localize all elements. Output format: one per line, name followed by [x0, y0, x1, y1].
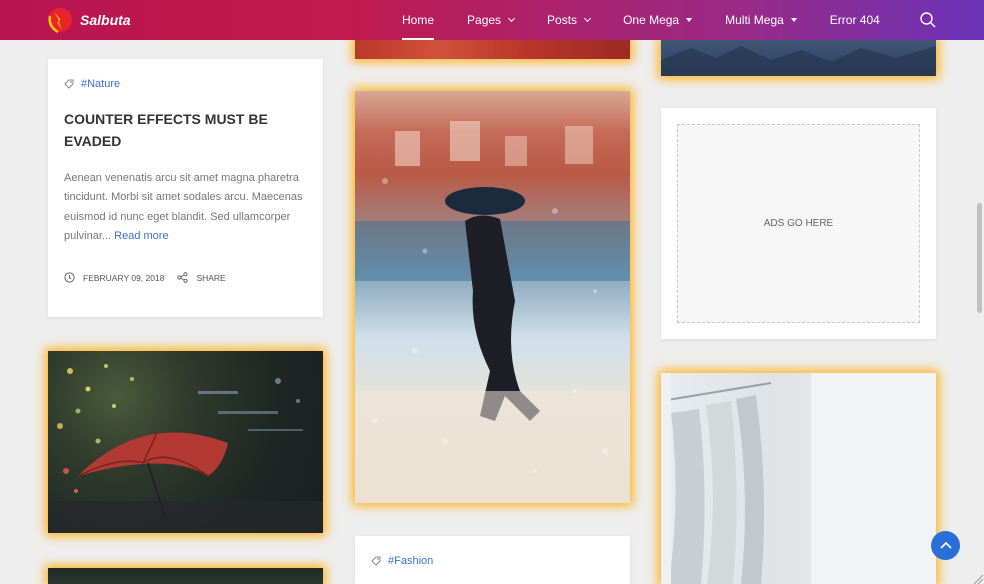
nav-home[interactable]: Home	[402, 0, 435, 40]
nav-one-mega[interactable]: One Mega	[623, 0, 693, 40]
nav-pages[interactable]: Pages	[467, 0, 516, 40]
resize-grip-icon[interactable]	[972, 572, 984, 584]
share-label: Share	[196, 272, 226, 283]
ads-text: ADS GO HERE	[763, 218, 834, 229]
curtain-scene	[661, 373, 936, 584]
share-icon	[177, 272, 189, 284]
rain-window-scene	[355, 121, 630, 503]
nav-multi-mega[interactable]: Multi Mega	[725, 0, 797, 40]
post-card-nature: #Nature Counter effects must be evaded A…	[48, 59, 323, 317]
post-image-dark-partial[interactable]	[48, 568, 323, 584]
post-image-umbrella[interactable]	[48, 351, 323, 533]
post-image-red-partial[interactable]	[355, 40, 630, 59]
clock-icon	[64, 272, 75, 283]
post-tag[interactable]: #Nature	[64, 78, 307, 90]
main-menu: Home Pages Posts One Mega Multi Mega Err…	[402, 0, 913, 40]
nav-error-404[interactable]: Error 404	[830, 0, 880, 40]
ads-widget: ADS GO HERE	[661, 108, 936, 339]
top-navbar: Salbuta Home Pages Posts One Mega Multi …	[0, 0, 984, 40]
share-button[interactable]: Share	[177, 272, 226, 284]
nav-posts[interactable]: Posts	[547, 0, 592, 40]
post-image-mountain-partial[interactable]	[661, 40, 936, 76]
lightning-logo-icon	[46, 6, 74, 34]
page-scrollbar[interactable]	[977, 203, 982, 313]
nav-pages-label: Pages	[467, 13, 502, 27]
mountain-silhouette	[661, 46, 936, 76]
chevron-down-icon	[508, 14, 516, 23]
tag-icon	[371, 556, 381, 566]
post-excerpt: Aenean venenatis arcu sit amet magna pha…	[64, 169, 307, 246]
post-tag-label: #Fashion	[388, 555, 434, 567]
post-tag[interactable]: #Fashion	[371, 555, 614, 567]
tag-icon	[64, 79, 74, 89]
nav-posts-label: Posts	[547, 13, 578, 27]
nav-home-label: Home	[402, 13, 435, 27]
post-tag-label: #Nature	[81, 78, 121, 90]
chevron-up-icon	[939, 541, 952, 549]
nav-one-mega-label: One Mega	[623, 13, 680, 27]
post-image-curtain[interactable]	[661, 373, 936, 584]
post-excerpt-text: Aenean venenatis arcu sit amet magna pha…	[64, 172, 303, 242]
umbrella-scene	[48, 364, 323, 533]
post-date: February 09, 2018	[83, 272, 165, 283]
nav-error-404-label: Error 404	[829, 13, 880, 27]
ads-placeholder[interactable]: ADS GO HERE	[677, 124, 920, 323]
back-to-top-button[interactable]	[931, 531, 960, 560]
post-title[interactable]: Counter effects must be evaded	[64, 108, 307, 152]
brand-logo[interactable]: Salbuta	[46, 6, 131, 34]
read-more-link[interactable]: Read more	[114, 230, 168, 242]
search-icon[interactable]	[919, 11, 937, 29]
nav-multi-mega-label: Multi Mega	[725, 13, 784, 27]
brand-name: Salbuta	[80, 12, 131, 28]
caret-down-icon	[790, 18, 797, 22]
post-card-fashion: #Fashion	[355, 536, 630, 584]
post-image-rain-window[interactable]	[355, 91, 630, 503]
post-meta: February 09, 2018 Share	[64, 272, 307, 284]
caret-down-icon	[686, 18, 693, 22]
chevron-down-icon	[584, 14, 592, 23]
